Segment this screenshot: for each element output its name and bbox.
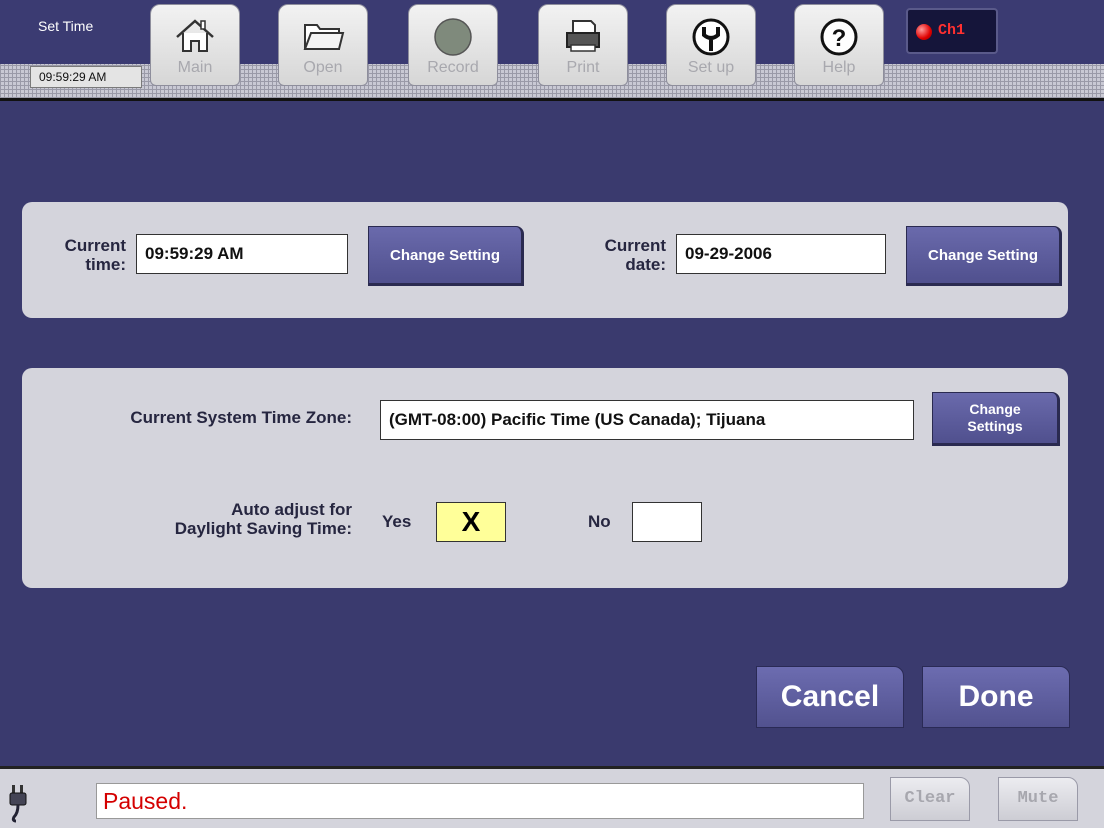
record-icon xyxy=(409,5,497,59)
svg-text:?: ? xyxy=(832,25,847,52)
main-button[interactable]: Main xyxy=(150,4,240,86)
dst-no-label: No xyxy=(588,512,611,531)
timezone-label: Current System Time Zone: xyxy=(130,408,352,427)
current-date-label-line2: date: xyxy=(625,255,666,274)
help-icon: ? xyxy=(795,5,883,59)
open-button-label: Open xyxy=(303,59,343,76)
status-bar: Paused. Clear Mute xyxy=(0,766,1104,828)
current-date-label: Current date: xyxy=(582,236,666,274)
folder-icon xyxy=(279,5,367,59)
status-message: Paused. xyxy=(96,783,864,819)
print-button[interactable]: Print xyxy=(538,4,628,86)
home-icon xyxy=(151,5,239,59)
record-button[interactable]: Record xyxy=(408,4,498,86)
dst-no-checkbox[interactable] xyxy=(632,502,702,542)
dst-yes-checkbox[interactable]: X xyxy=(436,502,506,542)
setup-button[interactable]: Set up xyxy=(666,4,756,86)
change-timezone-button[interactable]: Change Settings xyxy=(932,392,1060,446)
mute-button[interactable]: Mute xyxy=(998,777,1078,821)
timezone-field[interactable]: (GMT-08:00) Pacific Time (US Canada); Ti… xyxy=(380,400,914,440)
current-time-label-line2: time: xyxy=(85,255,126,274)
printer-icon xyxy=(539,5,627,59)
toolbar-clock: 09:59:29 AM xyxy=(30,66,142,88)
wrench-icon xyxy=(667,5,755,59)
change-time-button[interactable]: Change Setting xyxy=(368,226,524,286)
toolbar: Set Time 09:59:29 AM Main Open Record Pr… xyxy=(0,0,1104,101)
dst-label: Auto adjust for Daylight Saving Time: xyxy=(62,500,352,538)
datetime-panel: Current time: 09:59:29 AM Change Setting… xyxy=(22,202,1068,318)
change-timezone-label-line2: Settings xyxy=(967,418,1023,434)
plug-icon xyxy=(8,783,28,828)
setup-button-label: Set up xyxy=(687,59,735,76)
change-date-button[interactable]: Change Setting xyxy=(906,226,1062,286)
current-time-label-line1: Current xyxy=(64,236,126,255)
help-button[interactable]: ? Help xyxy=(794,4,884,86)
record-button-label: Record xyxy=(427,59,479,76)
help-button-label: Help xyxy=(822,59,856,76)
main-button-label: Main xyxy=(177,59,213,76)
dst-yes-label: Yes xyxy=(382,512,412,531)
print-button-label: Print xyxy=(566,59,600,76)
current-time-field[interactable]: 09:59:29 AM xyxy=(136,234,348,274)
toolbar-divider xyxy=(0,98,1104,101)
channel-button[interactable]: Ch1 xyxy=(906,8,998,54)
open-button[interactable]: Open xyxy=(278,4,368,86)
window-title: Set Time xyxy=(38,18,94,34)
record-indicator-icon xyxy=(916,24,932,40)
current-date-field[interactable]: 09-29-2006 xyxy=(676,234,886,274)
cancel-button[interactable]: Cancel xyxy=(756,666,904,728)
channel-label: Ch1 xyxy=(938,22,966,39)
done-button[interactable]: Done xyxy=(922,666,1070,728)
clear-button[interactable]: Clear xyxy=(890,777,970,821)
timezone-panel: Current System Time Zone: (GMT-08:00) Pa… xyxy=(22,368,1068,588)
current-time-label: Current time: xyxy=(42,236,126,274)
current-date-label-line1: Current xyxy=(604,236,666,255)
dst-label-line1: Auto adjust for xyxy=(231,500,352,519)
change-timezone-label-line1: Change xyxy=(969,401,1021,417)
dst-label-line2: Daylight Saving Time: xyxy=(174,519,352,538)
